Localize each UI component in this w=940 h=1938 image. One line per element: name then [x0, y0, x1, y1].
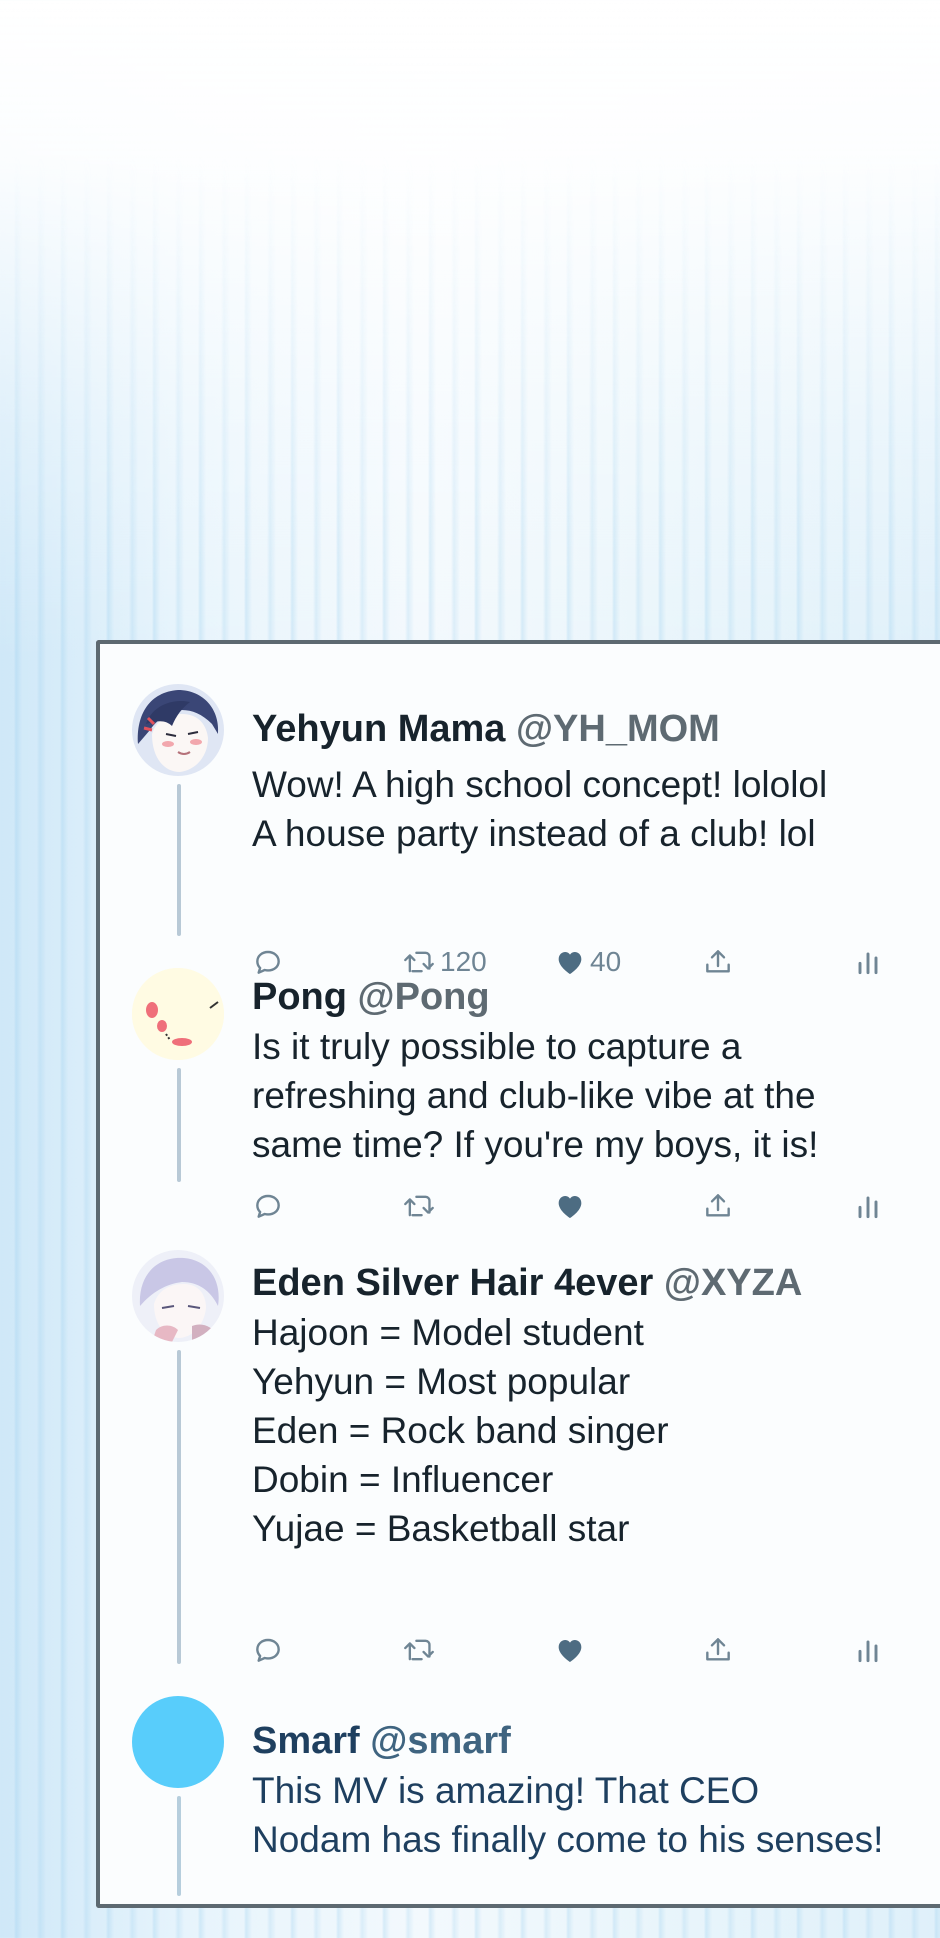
- avatar-smarf[interactable]: [132, 1696, 224, 1788]
- like-button[interactable]: [554, 1634, 586, 1666]
- tweet-header: Eden Silver Hair 4ever @XYZA: [252, 1262, 802, 1305]
- retweet-icon: [404, 1639, 434, 1661]
- tweet-text-line: Yujae = Basketball star: [252, 1508, 630, 1549]
- share-icon: [706, 1638, 730, 1661]
- tweet-text: Hajoon = Model student Yehyun = Most pop…: [252, 1308, 669, 1553]
- tweet-header: Pong @Pong: [252, 976, 490, 1019]
- display-name[interactable]: Pong: [252, 976, 347, 1018]
- like-count: 40: [590, 946, 622, 977]
- views-button[interactable]: [854, 946, 882, 978]
- tweet-actions: [252, 1190, 878, 1230]
- like-button[interactable]: [554, 1190, 586, 1222]
- retweet-icon: [404, 1195, 434, 1217]
- views-icon: [858, 1640, 878, 1663]
- tweet-text-line: Dobin = Influencer: [252, 1459, 554, 1500]
- tweet-text: Is it truly possible to capture a refres…: [252, 1022, 818, 1169]
- like-button[interactable]: 40: [554, 946, 621, 978]
- heart-icon: [558, 1640, 582, 1662]
- thread-line: [177, 1350, 181, 1664]
- reply-button[interactable]: [252, 1634, 284, 1666]
- reply-icon: [256, 950, 280, 974]
- thread-line: [177, 1796, 181, 1896]
- tweet-text-line: Is it truly possible to capture a: [252, 1026, 742, 1067]
- thread-line: [177, 1068, 181, 1182]
- retweet-count: 120: [440, 946, 487, 977]
- retweet-icon: [404, 951, 434, 973]
- avatar-pong[interactable]: [132, 968, 224, 1060]
- tweet-header: Yehyun Mama @YH_MOM: [252, 708, 720, 751]
- tweet-text-line: A house party instead of a club! lol: [252, 813, 816, 854]
- tweet-text: This MV is amazing! That CEO Nodam has f…: [252, 1766, 883, 1864]
- tweet-text-line: Eden = Rock band singer: [252, 1410, 669, 1451]
- tweet-thread-card: Yehyun Mama @YH_MOM Wow! A high school c…: [96, 640, 940, 1908]
- share-button[interactable]: [702, 1190, 734, 1222]
- user-handle[interactable]: @Pong: [358, 976, 490, 1018]
- thread-line: [177, 784, 181, 936]
- reply-button[interactable]: [252, 946, 284, 978]
- heart-icon: [558, 1196, 582, 1218]
- reply-icon: [256, 1194, 280, 1218]
- views-icon: [858, 952, 878, 975]
- user-handle[interactable]: @YH_MOM: [516, 708, 720, 750]
- views-icon: [858, 1196, 878, 1219]
- tweet-actions: [252, 1634, 878, 1674]
- retweet-button[interactable]: [402, 1634, 436, 1666]
- tweet-header: Smarf @smarf: [252, 1720, 511, 1763]
- reply-button[interactable]: [252, 1190, 284, 1222]
- tweet-text-line: refreshing and club-like vibe at the: [252, 1075, 816, 1116]
- share-icon: [706, 950, 730, 973]
- tweet-text-line: Nodam has finally come to his senses!: [252, 1819, 884, 1860]
- share-icon: [706, 1194, 730, 1217]
- display-name[interactable]: Smarf: [252, 1720, 360, 1762]
- retweet-button[interactable]: [402, 1190, 436, 1222]
- display-name[interactable]: Yehyun Mama: [252, 708, 505, 750]
- views-button[interactable]: [854, 1634, 882, 1666]
- tweet-text-line: Yehyun = Most popular: [252, 1361, 631, 1402]
- retweet-button[interactable]: 120: [402, 946, 487, 978]
- tweet-text: Wow! A high school concept! lololol A ho…: [252, 760, 827, 858]
- user-handle[interactable]: @XYZA: [664, 1262, 802, 1304]
- tweet-text-line: Hajoon = Model student: [252, 1312, 644, 1353]
- tweet-text-line: same time? If you're my boys, it is!: [252, 1124, 819, 1165]
- reply-icon: [256, 1638, 280, 1662]
- user-handle[interactable]: @smarf: [370, 1720, 511, 1762]
- heart-icon: [558, 952, 582, 974]
- tweet-text-line: This MV is amazing! That CEO: [252, 1770, 760, 1811]
- avatar-eden-silver-hair[interactable]: [132, 1250, 224, 1342]
- share-button[interactable]: [702, 1634, 734, 1666]
- display-name[interactable]: Eden Silver Hair 4ever: [252, 1262, 653, 1304]
- tweet-text-line: Wow! A high school concept! lololol: [252, 764, 828, 805]
- views-button[interactable]: [854, 1190, 882, 1222]
- avatar-yehyun-mama[interactable]: [132, 684, 224, 776]
- share-button[interactable]: [702, 946, 734, 978]
